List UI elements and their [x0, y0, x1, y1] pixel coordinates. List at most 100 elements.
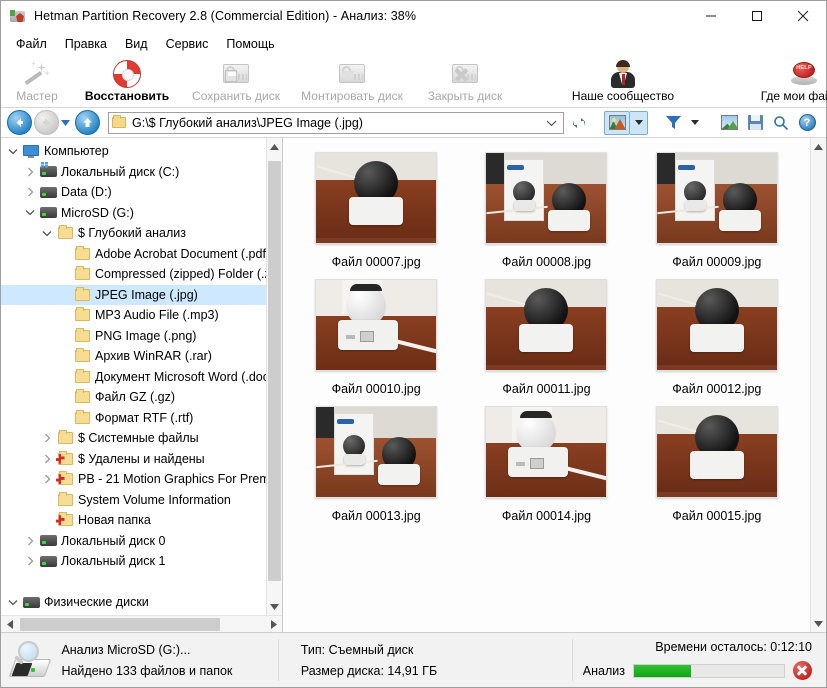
view-mode-caret-icon[interactable] [630, 110, 648, 135]
file-item[interactable]: Файл 00014.jpg [461, 406, 631, 533]
tree-item[interactable]: Data (D:) [1, 182, 266, 203]
tree-item[interactable]: PNG Image (.png) [1, 326, 266, 347]
tree-expander[interactable] [22, 556, 38, 566]
forward-button[interactable] [34, 110, 59, 135]
tree-horizontal-scrollbar[interactable] [1, 615, 282, 632]
scroll-right-icon[interactable] [265, 616, 282, 633]
file-vertical-scrollbar[interactable] [810, 138, 826, 632]
tree-scroll-track[interactable] [267, 155, 283, 598]
tree-item[interactable]: Новая папка [1, 510, 266, 531]
status-operation: Анализ MicroSD (G:)... [61, 642, 191, 657]
tree-item[interactable]: System Volume Information [1, 490, 266, 511]
file-thumbnail[interactable] [655, 406, 778, 498]
tree-item[interactable]: JPEG Image (.jpg) [1, 284, 266, 305]
tree-expander[interactable] [5, 148, 21, 155]
tree-expander[interactable] [39, 433, 55, 443]
tree-expander[interactable] [39, 454, 55, 464]
tree-scroll-thumb[interactable] [267, 161, 281, 581]
tree-item[interactable]: Документ Microsoft Word (.doc) [1, 367, 266, 388]
tree-expander[interactable] [22, 187, 38, 197]
ribbon-button-wizard[interactable]: Мастер [1, 55, 73, 107]
tree-expander[interactable] [22, 167, 38, 177]
file-thumbnail-area[interactable]: Файл 00007.jpg Файл 00008.jpg Файл 00009.j… [283, 138, 810, 632]
file-thumbnail[interactable] [655, 279, 778, 371]
tree-vertical-scrollbar[interactable] [266, 138, 282, 615]
tree-item[interactable]: Локальный диск 0 [1, 531, 266, 552]
hdd-icon [39, 186, 57, 198]
tree-item-label: $ Удалены и найдены [78, 451, 205, 466]
tree-item[interactable]: MicroSD (G:) [1, 203, 266, 224]
view-mode-split-button[interactable] [604, 110, 648, 135]
tree-item[interactable]: $ Глубокий анализ [1, 223, 266, 244]
tree-item[interactable]: PB - 21 Motion Graphics For Premiere [1, 469, 266, 490]
save-icon[interactable] [742, 111, 768, 135]
menu-item-view[interactable]: Вид [116, 35, 157, 53]
tree-item[interactable]: $ Удалены и найдены [1, 449, 266, 470]
tree-item[interactable]: Adobe Acrobat Document (.pdf) [1, 244, 266, 265]
file-item[interactable]: Файл 00013.jpg [291, 406, 461, 533]
tree-item[interactable]: Компьютер [1, 141, 266, 162]
scroll-up-icon[interactable] [267, 138, 283, 155]
close-button[interactable] [780, 1, 826, 32]
filter-caret-icon[interactable] [686, 111, 704, 135]
search-icon[interactable] [768, 111, 794, 135]
folder-tree[interactable]: Компьютер Локальный диск (C:) Data (D:) Mic… [1, 138, 266, 615]
file-item[interactable]: Файл 00010.jpg [291, 279, 461, 406]
file-thumbnail[interactable] [655, 152, 778, 244]
stop-button[interactable] [792, 661, 812, 680]
scroll-down-icon[interactable] [267, 598, 283, 615]
file-thumbnail[interactable] [485, 279, 608, 371]
file-thumbnail[interactable] [485, 406, 608, 498]
chevron-down-icon[interactable] [543, 114, 560, 132]
tree-expander[interactable] [39, 230, 55, 237]
scroll-left-icon[interactable] [1, 616, 18, 633]
file-scroll-down-icon[interactable] [811, 615, 827, 632]
up-button[interactable] [75, 110, 100, 135]
menu-item-service[interactable]: Сервис [157, 35, 218, 53]
tree-expander[interactable] [39, 474, 55, 484]
address-input[interactable]: G:\$ Глубокий анализ\JPEG Image (.jpg) [108, 111, 564, 134]
thumbnail-view-icon[interactable] [604, 110, 630, 135]
tree-expander[interactable] [22, 536, 38, 546]
file-scroll-up-icon[interactable] [811, 138, 827, 155]
tree-item[interactable]: Compressed (zipped) Folder (.zip) [1, 264, 266, 285]
help-icon[interactable]: ? [794, 111, 820, 135]
file-thumbnail[interactable] [315, 152, 438, 244]
filter-icon[interactable] [660, 111, 686, 135]
minimize-button[interactable] [688, 1, 734, 32]
tree-expander[interactable] [22, 209, 38, 216]
menu-item-edit[interactable]: Правка [56, 35, 116, 53]
back-button[interactable] [7, 110, 32, 135]
tree-item[interactable]: Формат RTF (.rtf) [1, 408, 266, 429]
tree-item[interactable]: Файл GZ (.gz) [1, 387, 266, 408]
history-dropdown-icon[interactable] [59, 119, 72, 126]
file-thumbnail[interactable] [315, 279, 438, 371]
file-item[interactable]: Файл 00008.jpg [461, 152, 631, 279]
tree-expander[interactable] [5, 599, 21, 606]
maximize-button[interactable] [734, 1, 780, 32]
refresh-icon[interactable] [570, 115, 588, 131]
preview-glyph [720, 115, 738, 130]
file-thumbnail[interactable] [315, 406, 438, 498]
ribbon-button-community[interactable]: Наше сообщество [517, 55, 729, 107]
menu-item-file[interactable]: Файл [7, 35, 56, 53]
tree-item[interactable]: Локальный диск (C:) [1, 162, 266, 183]
tree-hscroll-track[interactable] [18, 616, 265, 633]
tree-item[interactable]: $ Системные файлы [1, 428, 266, 449]
file-thumbnail[interactable] [485, 152, 608, 244]
file-item[interactable]: Файл 00015.jpg [632, 406, 802, 533]
file-item[interactable]: Файл 00012.jpg [632, 279, 802, 406]
tree-item[interactable]: Локальный диск 1 [1, 551, 266, 572]
file-item[interactable]: Файл 00009.jpg [632, 152, 802, 279]
tree-item[interactable]: Физические диски [1, 592, 266, 613]
file-scroll-track[interactable] [811, 155, 827, 615]
preview-icon[interactable] [716, 111, 742, 135]
tree-hscroll-thumb[interactable] [20, 617, 220, 631]
ribbon-button-recover[interactable]: Восстановить [73, 55, 181, 107]
tree-item[interactable]: Архив WinRAR (.rar) [1, 346, 266, 367]
ribbon-button-where-my-files[interactable]: HELP Где мои файлы [729, 55, 827, 107]
menu-item-help[interactable]: Помощь [217, 35, 283, 53]
tree-item[interactable]: MP3 Audio File (.mp3) [1, 305, 266, 326]
file-item[interactable]: Файл 00007.jpg [291, 152, 461, 279]
file-item[interactable]: Файл 00011.jpg [461, 279, 631, 406]
